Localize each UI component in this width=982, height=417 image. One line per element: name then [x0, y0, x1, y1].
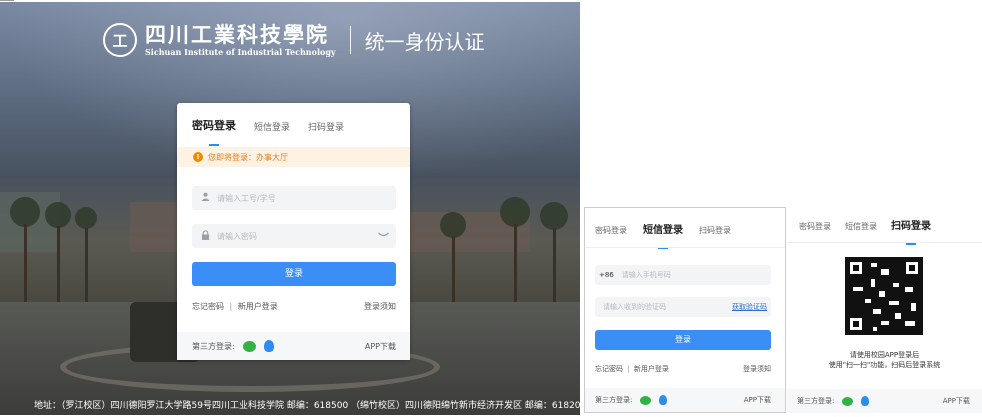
- school-name: 四川工業科技學院 Sichuan Institute of Industrial…: [145, 21, 336, 57]
- tree: [10, 197, 40, 227]
- qr-instructions: 请使用校园APP登录后 使用"扫一扫"功能，扫码后登录系统: [787, 350, 982, 370]
- link-separator: |: [229, 302, 233, 311]
- new-user-link[interactable]: 新用户登录: [238, 302, 278, 311]
- page-title: 统一身份认证: [364, 29, 485, 54]
- tab-password-login[interactable]: 密码登录: [799, 221, 831, 232]
- link-separator: |: [627, 365, 630, 373]
- corner-mark: [0, 0, 14, 1]
- tree: [500, 197, 530, 227]
- tree: [45, 202, 71, 228]
- tree: [440, 212, 466, 238]
- login-notice-link[interactable]: 登录须知: [743, 364, 771, 374]
- tab-sms-login[interactable]: 短信登录: [643, 221, 683, 236]
- third-party-label: 第三方登录:: [595, 396, 633, 404]
- login-notice-bar: ! 您即将登录：办事大厅: [177, 147, 410, 167]
- school-name-cn: 四川工業科技學院: [145, 21, 329, 47]
- third-party-bar: 第三方登录: APP下载: [585, 388, 785, 412]
- app-download-link[interactable]: APP下载: [365, 341, 396, 352]
- password-placeholder: 请输入密码: [217, 231, 257, 241]
- sms-links: 忘记密码 | 新用户登录: [595, 364, 669, 374]
- new-user-link[interactable]: 新用户登录: [634, 365, 669, 373]
- qq-icon[interactable]: [263, 340, 274, 352]
- tab-divider: [787, 242, 982, 243]
- tree: [540, 202, 568, 230]
- username-placeholder: 请输入工号/学号: [217, 193, 276, 203]
- tab-qr-login[interactable]: 扫码登录: [308, 120, 344, 133]
- tab-divider: [585, 247, 785, 248]
- get-code-button[interactable]: 获取验证码: [732, 302, 767, 312]
- qr-login-card: 密码登录 短信登录 扫码登录 请使用校园APP登录后 使用"扫一扫"功能，扫码后…: [787, 207, 982, 413]
- country-code[interactable]: +86: [599, 271, 614, 279]
- app-download-link[interactable]: APP下载: [943, 396, 970, 406]
- school-logo: 工: [103, 23, 137, 57]
- third-party-bar: 第三方登录: APP下载: [177, 332, 410, 360]
- school-name-en: Sichuan Institute of Industrial Technolo…: [145, 46, 336, 57]
- footer-address: 地址：（罗江校区）四川德阳罗江大学路59号四川工业科技学院 邮编：618500 …: [34, 401, 580, 411]
- tab-qr-login[interactable]: 扫码登录: [891, 217, 931, 232]
- app-download-link[interactable]: APP下载: [744, 395, 771, 405]
- qr-code[interactable]: [845, 257, 923, 335]
- header-divider: [349, 26, 351, 54]
- wechat-icon[interactable]: [242, 340, 256, 352]
- third-party-label: 第三方登录:: [797, 397, 835, 405]
- forgot-password-link[interactable]: 忘记密码: [192, 302, 224, 311]
- tab-sms-login[interactable]: 短信登录: [845, 221, 877, 232]
- eye-icon[interactable]: [378, 231, 389, 241]
- sms-login-button[interactable]: 登录: [595, 330, 771, 350]
- qr-hint-line2: 使用"扫一扫"功能，扫码后登录系统: [828, 361, 941, 369]
- password-field[interactable]: 请输入密码: [192, 224, 396, 248]
- qr-hint-line1: 请使用校园APP登录后: [849, 351, 920, 359]
- lock-icon: [199, 229, 211, 243]
- notice-text: 您即将登录：办事大厅: [208, 152, 288, 162]
- site-header: 工 四川工業科技學院 Sichuan Institute of Industri…: [103, 20, 485, 60]
- forgot-password-link[interactable]: 忘记密码: [595, 365, 623, 373]
- login-card: 密码登录 短信登录 扫码登录 ! 您即将登录：办事大厅 请输入工号/学号 请输入…: [177, 103, 410, 360]
- sms-code-placeholder: 请输入收到的验证码: [603, 303, 666, 311]
- tab-password-login[interactable]: 密码登录: [192, 117, 236, 133]
- tab-password-login[interactable]: 密码登录: [595, 225, 627, 236]
- login-button[interactable]: 登录: [192, 262, 396, 286]
- username-field[interactable]: 请输入工号/学号: [192, 186, 396, 210]
- user-icon: [199, 192, 211, 204]
- sms-code-field[interactable]: 请输入收到的验证码 获取验证码: [595, 297, 771, 317]
- warning-icon: !: [193, 152, 203, 162]
- qq-icon[interactable]: [659, 395, 668, 405]
- sms-login-tabs: 密码登录 短信登录 扫码登录: [595, 221, 731, 236]
- tab-sms-login[interactable]: 短信登录: [254, 120, 290, 133]
- sms-login-card: 密码登录 短信登录 扫码登录 +86 请输入手机号码 请输入收到的验证码 获取验…: [584, 207, 786, 413]
- login-links: 忘记密码 | 新用户登录: [192, 301, 278, 312]
- phone-field[interactable]: +86 请输入手机号码: [595, 265, 771, 285]
- wechat-icon[interactable]: [842, 396, 854, 406]
- qr-login-tabs: 密码登录 短信登录 扫码登录: [799, 217, 931, 232]
- tree: [75, 207, 97, 229]
- login-tabs: 密码登录 短信登录 扫码登录: [192, 117, 344, 133]
- qq-icon[interactable]: [861, 396, 870, 406]
- third-party-label: 第三方登录:: [192, 341, 235, 351]
- login-notice-link[interactable]: 登录须知: [364, 301, 396, 312]
- tab-qr-login[interactable]: 扫码登录: [699, 225, 731, 236]
- third-party-bar: 第三方登录: APP下载: [787, 389, 982, 413]
- phone-placeholder: 请输入手机号码: [621, 271, 671, 279]
- wechat-icon[interactable]: [640, 395, 652, 405]
